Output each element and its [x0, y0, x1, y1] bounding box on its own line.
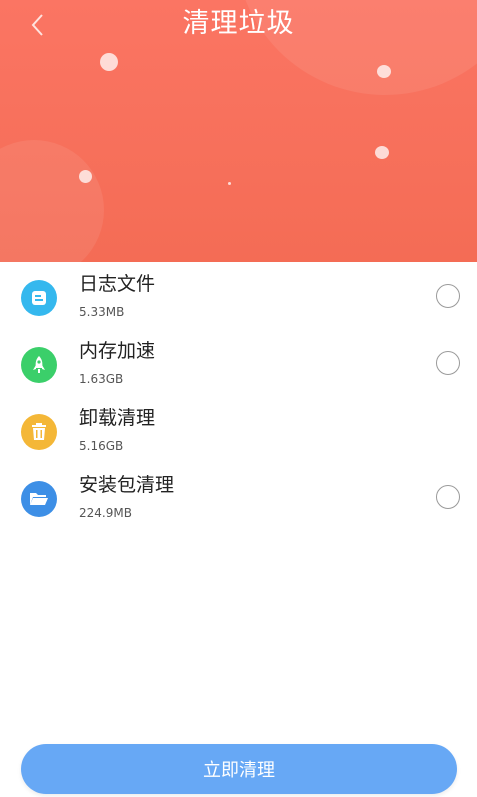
list-item-uninstall-cleanup[interactable]: 卸载清理 5.16GB — [0, 396, 477, 463]
decor-dot — [228, 182, 231, 185]
item-size: 5.33MB — [79, 305, 125, 319]
decor-dot — [100, 53, 118, 71]
item-name: 内存加速 — [79, 340, 156, 362]
decor-dot — [79, 170, 92, 183]
decor-dot — [377, 65, 391, 78]
header-banner: 清理垃圾 — [0, 0, 477, 262]
rocket-icon — [21, 347, 57, 383]
decor-dot — [375, 146, 389, 159]
item-size: 1.63GB — [79, 372, 124, 386]
item-size: 5.16GB — [79, 439, 124, 453]
list-item-install-packages[interactable]: 安装包清理 224.9MB — [0, 463, 477, 530]
select-radio[interactable] — [436, 351, 460, 375]
document-icon — [21, 280, 57, 316]
item-size: 224.9MB — [79, 506, 132, 520]
clean-now-button[interactable]: 立即清理 — [21, 744, 457, 794]
junk-list: 日志文件 5.33MB 内存加速 1.63GB 卸载清理 5.16GB 安装包清… — [0, 262, 477, 530]
folder-icon — [21, 481, 57, 517]
select-radio[interactable] — [436, 284, 460, 308]
item-name: 安装包清理 — [79, 474, 175, 496]
list-item-memory-boost[interactable]: 内存加速 1.63GB — [0, 329, 477, 396]
item-name: 日志文件 — [79, 273, 156, 295]
list-item-log-files[interactable]: 日志文件 5.33MB — [0, 262, 477, 329]
trash-icon — [21, 414, 57, 450]
page-title: 清理垃圾 — [182, 8, 295, 39]
select-radio[interactable] — [436, 485, 460, 509]
decor-circle — [0, 140, 104, 262]
item-name: 卸载清理 — [79, 407, 156, 429]
